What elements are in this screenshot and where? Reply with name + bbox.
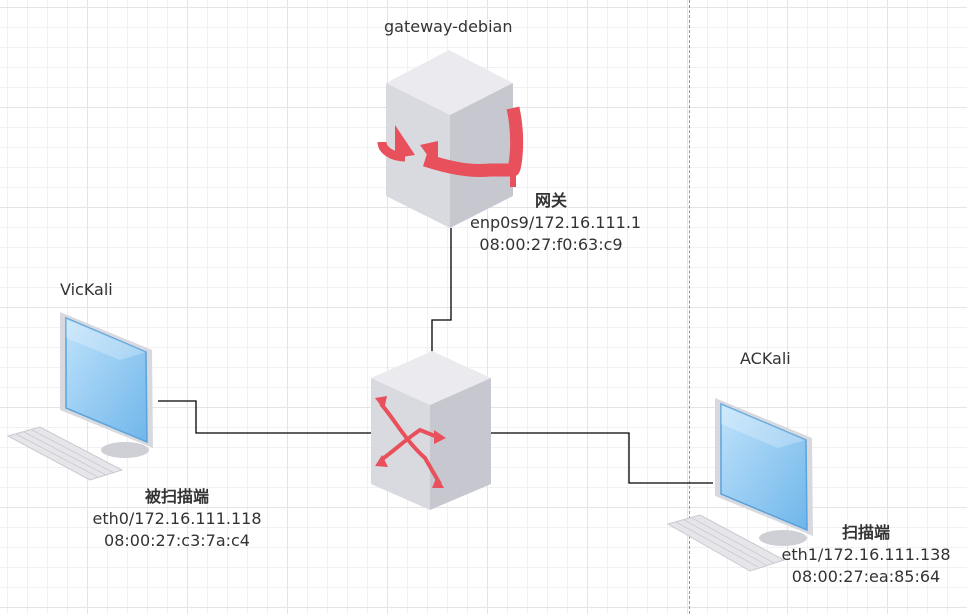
switch-icon[interactable] (371, 351, 491, 510)
attacker-mac-label: 08:00:27:ea:85:64 (791, 567, 941, 586)
attacker-info: 扫描端 eth1/172.16.111.138 08:00:27:ea:85:6… (776, 522, 956, 588)
attacker-role-label: 扫描端 (841, 523, 890, 542)
desktop-computer-icon[interactable] (6, 312, 153, 481)
gateway-role-label: 网关 (534, 191, 567, 210)
attacker-interface-label: eth1/172.16.111.138 (781, 545, 951, 564)
gateway-info: 网关 enp0s9/172.16.111.1 08:00:27:f0:63:c9 (470, 190, 642, 256)
victim-title: VicKali (60, 280, 113, 299)
attacker-title: ACKali (740, 349, 791, 368)
victim-role-label: 被扫描端 (144, 487, 209, 506)
victim-mac-label: 08:00:27:c3:7a:c4 (104, 531, 250, 550)
gateway-title: gateway-debian (384, 17, 513, 36)
link-switch-attacker[interactable] (491, 432, 713, 484)
link-victim-switch[interactable] (158, 400, 371, 434)
gateway-mac-label: 08:00:27:f0:63:c9 (479, 235, 623, 254)
gateway-interface-label: enp0s9/172.16.111.1 (470, 213, 642, 232)
victim-interface-label: eth0/172.16.111.118 (92, 509, 262, 528)
network-diagram-canvas: gateway-debian VicKali ACKali 网关 enp0s9/… (0, 0, 967, 614)
victim-info: 被扫描端 eth0/172.16.111.118 08:00:27:c3:7a:… (88, 486, 266, 552)
link-gateway-switch[interactable] (431, 228, 452, 368)
